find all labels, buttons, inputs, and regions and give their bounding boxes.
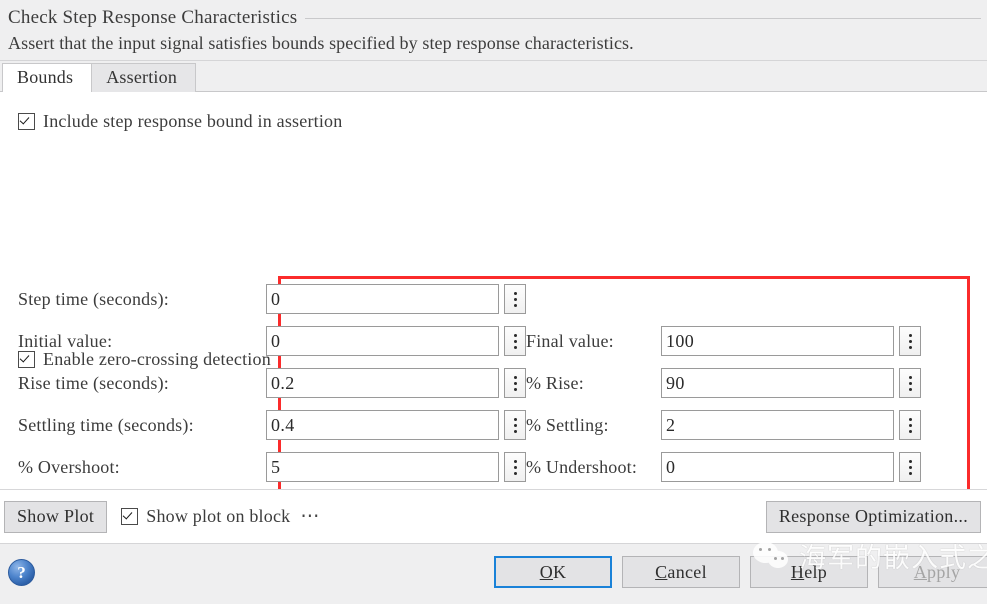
final-value-spinner-icon[interactable] (899, 326, 921, 356)
apply-button[interactable]: Apply (878, 556, 987, 588)
step-time-field[interactable] (266, 284, 526, 314)
tab-bounds[interactable]: Bounds (2, 63, 93, 92)
percent-rise-label: % Rise: (526, 372, 584, 393)
more-options-icon[interactable]: ⋯ (300, 505, 320, 528)
show-plot-button[interactable]: Show Plot (4, 500, 108, 533)
show-plot-on-block-label: Show plot on block (146, 506, 291, 526)
final-value-field[interactable] (661, 326, 921, 356)
rise-time-input[interactable] (266, 368, 499, 398)
percent-settling-spinner-icon[interactable] (899, 410, 921, 440)
zero-crossing-label: Enable zero-crossing detection (43, 349, 271, 369)
rise-time-field[interactable] (266, 368, 526, 398)
dialog-header: Check Step Response Characteristics Asse… (0, 0, 987, 61)
percent-undershoot-label: % Undershoot: (526, 456, 638, 477)
plot-toolbar: Show Plot Show plot on block ⋯ Response … (0, 489, 987, 543)
settling-time-label: Settling time (seconds): (18, 414, 194, 435)
rise-time-label: Rise time (seconds): (18, 372, 169, 393)
ok-button[interactable]: OK (494, 556, 612, 588)
help-rest: elp (804, 561, 828, 582)
dialog-title-row: Check Step Response Characteristics (0, 4, 987, 31)
percent-overshoot-input[interactable] (266, 452, 499, 482)
include-step-response-bound-label: Include step response bound in assertion (43, 111, 343, 131)
help-mnemonic: H (790, 561, 805, 582)
final-value-input[interactable] (661, 326, 894, 356)
cancel-mnemonic: C (655, 561, 668, 582)
form-row-overshoot: % Overshoot: % Undershoot: (0, 446, 987, 488)
footer-button-group: OK Cancel Help Apply (494, 556, 987, 588)
title-rule (305, 18, 981, 19)
initial-value-input[interactable] (266, 326, 499, 356)
step-time-label: Step time (seconds): (18, 288, 169, 309)
dialog-footer: ? OK Cancel Help Apply (0, 543, 987, 604)
percent-rise-spinner-icon[interactable] (899, 368, 921, 398)
tab-assertion[interactable]: Assertion (91, 63, 197, 92)
help-button[interactable]: Help (750, 556, 868, 588)
include-step-response-bound-row[interactable]: Include step response bound in assertion (18, 111, 342, 132)
percent-rise-field[interactable] (661, 368, 921, 398)
check-step-response-dialog: Check Step Response Characteristics Asse… (0, 0, 987, 604)
percent-settling-field[interactable] (661, 410, 921, 440)
apply-rest: pply (927, 561, 961, 582)
percent-rise-input[interactable] (661, 368, 894, 398)
ok-mnemonic: O (539, 561, 553, 582)
cancel-rest: ancel (667, 561, 707, 582)
percent-settling-label: % Settling: (526, 414, 609, 435)
form-row-step-time: Step time (seconds): (0, 278, 987, 320)
response-optimization-button[interactable]: Response Optimization... (765, 500, 981, 533)
step-time-input[interactable] (266, 284, 499, 314)
percent-undershoot-input[interactable] (661, 452, 894, 482)
apply-mnemonic: A (913, 561, 928, 582)
zero-crossing-checkbox[interactable] (18, 351, 35, 368)
settling-time-field[interactable] (266, 410, 526, 440)
include-step-response-bound-checkbox[interactable] (18, 113, 35, 130)
step-time-spinner-icon[interactable] (504, 284, 526, 314)
percent-undershoot-spinner-icon[interactable] (899, 452, 921, 482)
final-value-label: Final value: (526, 330, 614, 351)
page-title: Check Step Response Characteristics (8, 6, 298, 28)
initial-value-field[interactable] (266, 326, 526, 356)
show-plot-on-block-checkbox[interactable] (121, 508, 139, 525)
dialog-description: Assert that the input signal satisfies b… (8, 33, 634, 53)
zero-crossing-row[interactable]: Enable zero-crossing detection (18, 349, 271, 370)
dialog-body: Include step response bound in assertion… (0, 92, 987, 543)
tab-strip: Bounds Assertion (0, 61, 987, 92)
percent-undershoot-field[interactable] (661, 452, 921, 482)
cancel-button[interactable]: Cancel (622, 556, 740, 588)
percent-overshoot-label: % Overshoot: (18, 456, 120, 477)
form-row-settling-time: Settling time (seconds): % Settling: (0, 404, 987, 446)
percent-overshoot-field[interactable] (266, 452, 526, 482)
percent-settling-input[interactable] (661, 410, 894, 440)
help-icon[interactable]: ? (8, 559, 35, 586)
settling-time-input[interactable] (266, 410, 499, 440)
bounds-form: Step time (seconds): Initial value: Fina… (0, 278, 987, 488)
ok-rest: K (553, 561, 567, 582)
